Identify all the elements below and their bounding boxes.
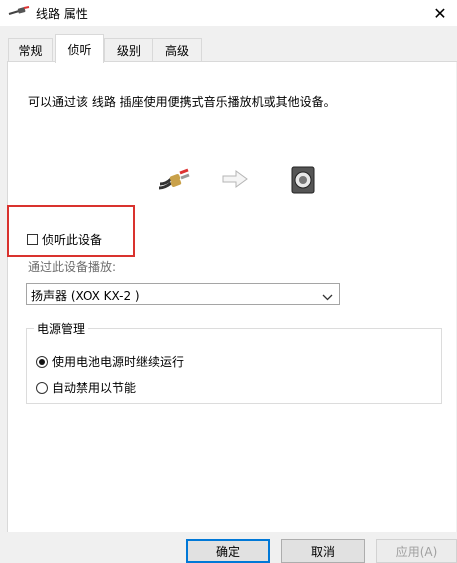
radio-button[interactable] [36,355,48,368]
radio-continue-on-battery[interactable]: 使用电池电源时继续运行 [36,353,184,370]
speaker-icon [289,165,317,198]
chevron-down-icon [322,290,333,304]
ok-button[interactable]: 确定 [186,539,270,563]
listen-to-device-checkbox[interactable]: 侦听此设备 [27,231,102,248]
radio-button[interactable] [36,381,48,394]
line-in-jack-icon [8,5,30,22]
apply-button[interactable]: 应用(A) [376,539,457,563]
device-flow [0,162,457,198]
radio-label: 自动禁用以节能 [52,381,137,395]
close-icon: ✕ [433,3,447,23]
tab-label: 侦听 [67,42,92,57]
title-bar: 线路 属性 ✕ [0,0,457,26]
tab-label: 级别 [116,43,141,58]
radio-label: 使用电池电源时继续运行 [52,355,185,369]
tab-advanced[interactable]: 高级 [152,38,202,61]
checkbox-label: 侦听此设备 [42,233,103,247]
arrow-right-icon [221,170,249,191]
tab-label: 高级 [164,43,189,58]
tab-label: 常规 [18,43,43,58]
tab-levels[interactable]: 级别 [104,38,154,61]
radio-auto-disable[interactable]: 自动禁用以节能 [36,379,136,396]
tab-bar: 常规 侦听 级别 高级 [0,34,457,63]
tab-general[interactable]: 常规 [8,38,53,61]
close-button[interactable]: ✕ [423,0,457,26]
description-text: 可以通过该 线路 插座使用便携式音乐播放机或其他设备。 [28,95,336,109]
playback-device-select[interactable]: 扬声器 (XOX KX-2 ) [26,283,340,305]
audio-cable-icon [157,168,191,195]
select-value: 扬声器 (XOX KX-2 ) [31,289,140,303]
window-title: 线路 属性 [36,7,88,21]
playback-device-label: 通过此设备播放: [28,260,117,274]
group-title: 电源管理 [34,320,89,337]
checkbox-box[interactable] [27,234,38,245]
cancel-button[interactable]: 取消 [281,539,365,563]
tab-listen[interactable]: 侦听 [55,34,104,63]
